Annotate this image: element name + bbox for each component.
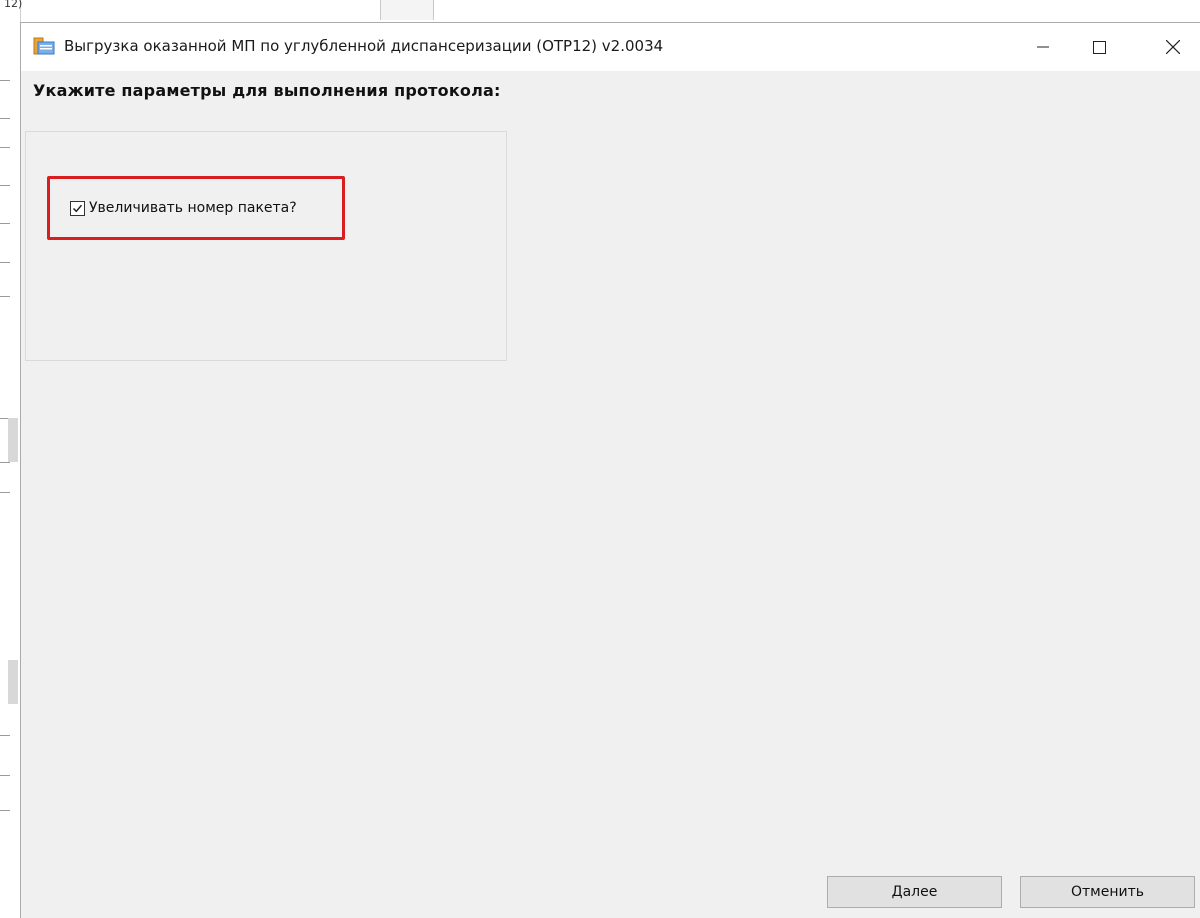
close-icon bbox=[1166, 40, 1180, 54]
app-folder-icon bbox=[33, 36, 55, 56]
increment-package-number-label[interactable]: Увеличивать номер пакета? bbox=[89, 200, 297, 216]
increment-package-number-option[interactable]: Увеличивать номер пакета? bbox=[70, 200, 297, 216]
background-gridline bbox=[0, 462, 10, 463]
window-title: Выгрузка оказанной МП по углубленной дис… bbox=[64, 37, 664, 55]
page-heading: Укажите параметры для выполнения протоко… bbox=[33, 81, 501, 100]
background-gridline bbox=[0, 118, 10, 119]
background-gridline bbox=[0, 735, 10, 736]
background-gridline bbox=[0, 223, 10, 224]
increment-package-number-checkbox[interactable] bbox=[70, 200, 85, 216]
maximize-icon bbox=[1092, 40, 1106, 54]
maximize-button[interactable] bbox=[1071, 23, 1127, 71]
background-gridline bbox=[0, 185, 10, 186]
title-bar[interactable]: Выгрузка оказанной МП по углубленной дис… bbox=[21, 23, 1200, 71]
background-gridline bbox=[0, 492, 10, 493]
background-cell bbox=[380, 0, 434, 20]
background-gridline bbox=[0, 80, 10, 81]
highlight-frame: Увеличивать номер пакета? bbox=[47, 176, 345, 240]
background-cell bbox=[8, 418, 18, 462]
background-gridline bbox=[0, 810, 10, 811]
next-button[interactable]: Далее bbox=[827, 876, 1002, 908]
background-cell bbox=[8, 660, 18, 704]
background-app: 12) bbox=[0, 0, 23, 917]
background-label: 12) bbox=[4, 0, 23, 10]
close-button[interactable] bbox=[1145, 23, 1200, 71]
background-gridline bbox=[0, 296, 10, 297]
minimize-icon bbox=[1037, 41, 1049, 53]
minimize-button[interactable] bbox=[1015, 23, 1071, 71]
dialog-window: Выгрузка оказанной МП по углубленной дис… bbox=[20, 22, 1200, 918]
background-gridline bbox=[0, 262, 10, 263]
parameters-panel: Увеличивать номер пакета? bbox=[25, 131, 507, 361]
cancel-button[interactable]: Отменить bbox=[1020, 876, 1195, 908]
checkmark-icon bbox=[72, 204, 83, 212]
background-gridline bbox=[0, 775, 10, 776]
background-gridline bbox=[0, 147, 10, 148]
